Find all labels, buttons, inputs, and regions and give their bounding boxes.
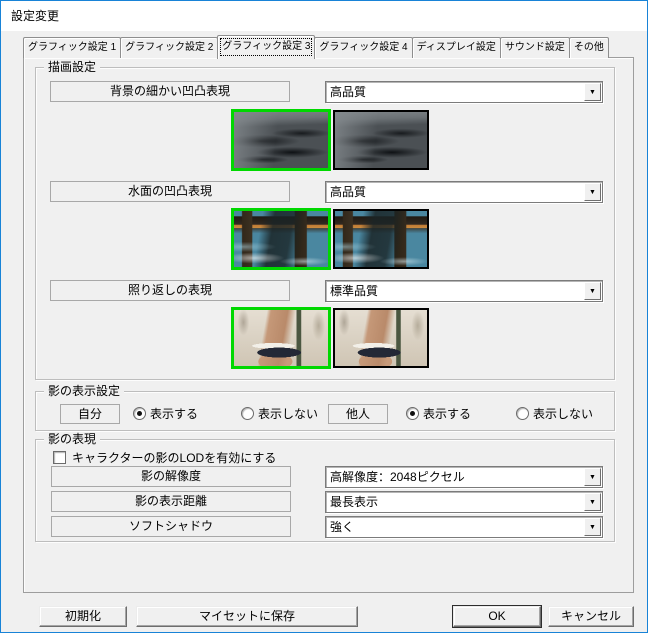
thumbnail-background-bump-selected[interactable]: [231, 109, 331, 171]
radio-self-hide[interactable]: [241, 407, 254, 420]
tab-other[interactable]: その他: [568, 37, 609, 58]
combo-shadow-resolution[interactable]: 高解像度：2048ピクセル ▼: [325, 466, 603, 488]
label-shadow-resolution: 影の解像度: [51, 466, 291, 487]
thumbnail-background-bump-alt[interactable]: [333, 110, 429, 170]
label-reflection: 照り返しの表現: [50, 280, 290, 301]
checkbox-shadow-lod-label[interactable]: キャラクターの影のLODを有効にする: [72, 451, 276, 465]
combo-water-bump-value: 高品質: [330, 185, 367, 199]
tab-graphics-2[interactable]: グラフィック設定 2: [120, 37, 219, 58]
group-shadow-display-label: 影の表示設定: [44, 384, 125, 398]
tab-sound[interactable]: サウンド設定: [499, 37, 570, 58]
combo-soft-shadow[interactable]: 強く ▼: [325, 516, 603, 538]
thumbnail-water-bump-selected[interactable]: [231, 208, 331, 270]
combo-shadow-distance-value: 最長表示: [330, 495, 379, 509]
tab-panel: 描画設定 背景の細かい凹凸表現 高品質 ▼ 水面の凹凸表現 高品質 ▼ 照り返し…: [23, 57, 634, 593]
tab-graphics-4[interactable]: グラフィック設定 4: [314, 37, 413, 58]
group-shadow-expression: 影の表現 キャラクターの影のLODを有効にする 影の解像度 高解像度：2048ピ…: [35, 432, 615, 542]
cancel-button[interactable]: キャンセル: [548, 606, 634, 627]
group-shadow-expression-label: 影の表現: [44, 432, 101, 446]
window-title: 設定変更: [11, 9, 60, 23]
combo-shadow-resolution-value: 高解像度：2048ピクセル: [330, 470, 465, 484]
thumbnail-reflection-selected[interactable]: [231, 307, 331, 369]
save-myset-button[interactable]: マイセットに保存: [136, 606, 358, 627]
label-shadow-distance: 影の表示距離: [51, 491, 291, 512]
ok-button[interactable]: OK: [453, 606, 541, 627]
tab-bar: グラフィック設定 1 グラフィック設定 2 グラフィック設定 3 グラフィック設…: [23, 35, 609, 59]
thumbnail-water-bump-alt[interactable]: [333, 209, 429, 269]
combo-reflection[interactable]: 標準品質 ▼: [325, 280, 603, 302]
chevron-down-icon[interactable]: ▼: [584, 83, 601, 101]
combo-soft-shadow-value: 強く: [330, 520, 355, 534]
combo-shadow-distance[interactable]: 最長表示 ▼: [325, 491, 603, 513]
radio-others-show-label[interactable]: 表示する: [423, 407, 471, 421]
radio-others-show[interactable]: [406, 407, 419, 420]
tab-display[interactable]: ディスプレイ設定: [411, 37, 501, 58]
settings-dialog: 設定変更 描画設定 背景の細かい凹凸表現 高品質 ▼ 水面の凹凸表現 高品質 ▼…: [0, 0, 648, 633]
combo-background-bump[interactable]: 高品質 ▼: [325, 81, 603, 103]
chevron-down-icon[interactable]: ▼: [584, 282, 601, 300]
group-shadow-display: 影の表示設定 自分 表示する 表示しない 他人 表示する 表示しない: [35, 384, 615, 431]
label-shadow-others: 他人: [328, 404, 388, 424]
checkbox-shadow-lod[interactable]: [53, 451, 66, 464]
combo-reflection-value: 標準品質: [330, 284, 379, 298]
group-drawing-settings-label: 描画設定: [44, 60, 101, 74]
group-drawing-settings: 描画設定 背景の細かい凹凸表現 高品質 ▼ 水面の凹凸表現 高品質 ▼ 照り返し…: [35, 60, 615, 380]
label-background-bump: 背景の細かい凹凸表現: [50, 81, 290, 102]
chevron-down-icon[interactable]: ▼: [584, 468, 601, 486]
radio-self-show-label[interactable]: 表示する: [150, 407, 198, 421]
label-water-bump: 水面の凹凸表現: [50, 181, 290, 202]
label-soft-shadow: ソフトシャドウ: [51, 516, 291, 537]
radio-self-hide-label[interactable]: 表示しない: [258, 407, 318, 421]
titlebar[interactable]: 設定変更: [1, 1, 647, 31]
tab-graphics-1[interactable]: グラフィック設定 1: [23, 37, 122, 58]
combo-background-bump-value: 高品質: [330, 85, 367, 99]
label-shadow-self: 自分: [60, 404, 120, 424]
initialize-button[interactable]: 初期化: [39, 606, 127, 627]
radio-others-hide[interactable]: [516, 407, 529, 420]
tab-graphics-3[interactable]: グラフィック設定 3: [217, 35, 316, 59]
combo-water-bump[interactable]: 高品質 ▼: [325, 181, 603, 203]
radio-self-show[interactable]: [133, 407, 146, 420]
chevron-down-icon[interactable]: ▼: [584, 518, 601, 536]
thumbnail-reflection-alt[interactable]: [333, 308, 429, 368]
chevron-down-icon[interactable]: ▼: [584, 493, 601, 511]
chevron-down-icon[interactable]: ▼: [584, 183, 601, 201]
radio-others-hide-label[interactable]: 表示しない: [533, 407, 593, 421]
